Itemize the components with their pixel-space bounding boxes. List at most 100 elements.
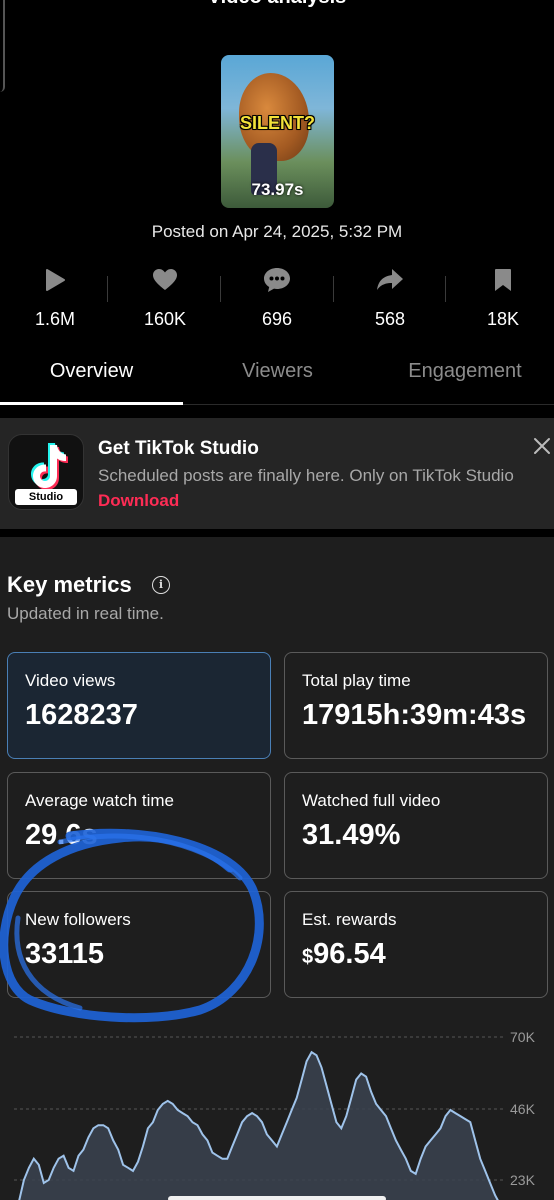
chart-point — [122, 1164, 124, 1166]
heart-icon — [110, 262, 220, 298]
stat-divider — [107, 276, 108, 302]
metric-card-watched-full-video[interactable]: Watched full video 31.49% — [284, 772, 548, 879]
y-tick-label: 23K — [510, 1172, 536, 1188]
chart-point — [132, 1170, 134, 1172]
metric-label: Est. rewards — [302, 910, 397, 929]
chart-point — [251, 1112, 253, 1114]
chart-point — [415, 1173, 417, 1175]
chart-point — [281, 1133, 283, 1135]
chart-point — [301, 1079, 303, 1081]
metric-card-est-rewards[interactable]: Est. rewards $96.54 — [284, 891, 548, 998]
metric-card-new-followers[interactable]: New followers 33115 — [7, 891, 271, 998]
chart-point — [365, 1076, 367, 1078]
video-thumbnail[interactable]: SILENT? 73.97s — [221, 55, 334, 208]
stat-favorites: 18K — [448, 262, 554, 330]
chart-point — [380, 1109, 382, 1111]
banner-description: Scheduled posts are finally here. Only o… — [98, 463, 518, 513]
metric-value: $96.54 — [302, 938, 386, 971]
chart-point — [226, 1158, 228, 1160]
share-icon — [335, 262, 445, 298]
chart-point — [484, 1170, 486, 1172]
comment-icon — [222, 262, 332, 298]
stat-value: 696 — [261, 309, 293, 329]
stat-divider — [333, 276, 334, 302]
chart-point — [385, 1115, 387, 1117]
chart-point — [325, 1085, 328, 1087]
chart-area-fill — [14, 1052, 505, 1200]
chart-point — [464, 1118, 466, 1120]
stat-comments: 696 — [222, 262, 332, 330]
info-icon[interactable]: i — [152, 576, 170, 594]
chart-point — [420, 1158, 422, 1160]
chart-point — [102, 1124, 104, 1126]
chart-point — [53, 1167, 55, 1169]
close-icon[interactable] — [530, 434, 554, 458]
chart-point — [236, 1133, 238, 1135]
chart-point — [494, 1194, 496, 1196]
chart-point — [330, 1103, 332, 1105]
download-link[interactable]: Download — [98, 491, 179, 510]
chart-point — [58, 1158, 60, 1160]
posted-date: Posted on Apr 24, 2025, 5:32 PM — [151, 222, 403, 241]
chart-point — [97, 1124, 99, 1126]
key-metrics-title: Key metrics — [7, 572, 132, 597]
chart-point — [296, 1097, 298, 1099]
views-chart: 70K 46K 23K — [14, 1029, 536, 1200]
stat-views: 1.6M — [0, 262, 110, 330]
chart-point — [72, 1170, 75, 1172]
thumbnail-overlay-text: SILENT? — [240, 113, 315, 133]
chart-point — [449, 1109, 451, 1111]
chart-point — [370, 1091, 372, 1093]
active-tab-indicator — [0, 402, 183, 405]
chart-point — [211, 1152, 213, 1154]
chart-point — [360, 1072, 362, 1075]
chart-point — [216, 1155, 218, 1157]
chart-point — [261, 1121, 263, 1123]
chart-point — [152, 1121, 154, 1123]
tab-engagement[interactable]: Engagement — [375, 360, 554, 404]
stat-shares: 568 — [335, 262, 445, 330]
metric-label: Video views — [25, 671, 116, 690]
chart-point — [87, 1136, 89, 1138]
metric-value: 29.6s — [25, 819, 98, 851]
metric-card-video-views[interactable]: Video views 1628237 — [7, 652, 271, 759]
tiktok-studio-banner[interactable]: Studio Get TikTok Studio Scheduled posts… — [0, 418, 554, 529]
chart-point — [320, 1066, 323, 1068]
chart-point — [335, 1121, 337, 1123]
tab-overview[interactable]: Overview — [0, 360, 183, 404]
back-edge[interactable] — [0, 0, 5, 92]
chart-point — [107, 1127, 109, 1129]
chart-point — [459, 1115, 461, 1117]
banner-title: Get TikTok Studio — [98, 438, 259, 459]
stat-divider — [445, 276, 446, 302]
chart-point — [182, 1112, 184, 1114]
home-indicator[interactable] — [168, 1196, 386, 1200]
stat-value: 1.6M — [34, 309, 76, 329]
chart-point — [241, 1121, 243, 1123]
chart-point — [390, 1127, 392, 1129]
metric-card-total-play-time[interactable]: Total play time 17915h:39m:43s — [284, 652, 548, 759]
tab-viewers[interactable]: Viewers — [183, 360, 372, 404]
metric-card-average-watch-time[interactable]: Average watch time 29.6s — [7, 772, 271, 879]
metric-value: 17915h:39m:43s — [302, 699, 527, 731]
chart-point — [469, 1121, 471, 1123]
chart-point — [286, 1121, 288, 1123]
chart-point — [355, 1079, 357, 1081]
chart-point — [395, 1139, 397, 1141]
chart-point — [221, 1158, 223, 1160]
chart-point — [345, 1115, 347, 1117]
chart-point — [68, 1167, 70, 1169]
chart-point — [350, 1097, 352, 1099]
chart-point — [439, 1127, 442, 1129]
chart-point — [315, 1054, 318, 1056]
stat-value: 568 — [374, 309, 406, 329]
chart-point — [33, 1158, 35, 1160]
chart-point — [206, 1139, 208, 1141]
chart-point — [187, 1115, 189, 1117]
chart-point — [435, 1133, 437, 1135]
page-title: Video analysis — [0, 0, 554, 10]
chart-point — [306, 1060, 308, 1062]
chart-point — [454, 1112, 456, 1114]
tiktok-studio-logo: Studio — [8, 434, 84, 510]
currency-symbol: $ — [302, 946, 314, 968]
